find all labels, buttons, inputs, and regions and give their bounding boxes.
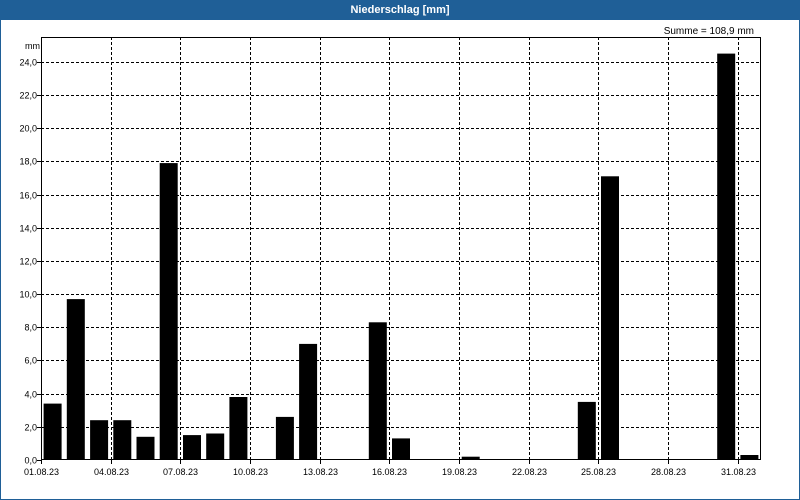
- bar-08.08.23: [206, 433, 225, 460]
- x-tick-label: 31.08.23: [721, 467, 756, 477]
- bar-25.08.23: [601, 176, 619, 461]
- x-tick-label: 25.08.23: [581, 467, 616, 477]
- y-tick-label: 18,0: [19, 157, 37, 167]
- y-tick-label: 20,0: [19, 124, 37, 134]
- bar-05.08.23: [136, 436, 155, 460]
- grid-layer: [41, 37, 761, 460]
- bar-24.08.23: [577, 401, 596, 460]
- bar-16.08.23: [392, 438, 410, 460]
- bar-07.08.23: [183, 435, 201, 460]
- x-tick-label: 16.08.23: [372, 467, 407, 477]
- x-tick-label: 22.08.23: [512, 467, 547, 477]
- y-tick-label: 22,0: [19, 91, 37, 101]
- bar-layer: [43, 53, 759, 461]
- x-tick-label: 28.08.23: [651, 467, 686, 477]
- y-tick-label: 0,0: [24, 456, 37, 466]
- x-tick-label: 07.08.23: [163, 467, 198, 477]
- y-tick-label: 4,0: [24, 390, 37, 400]
- bar-30.08.23: [717, 53, 736, 460]
- bar-04.08.23: [113, 420, 132, 460]
- label-layer: 0,0 2,0 4,0 6,0 8,0 10,0 12,0 14,0 16,0 18,0 20,0 2…: [19, 58, 756, 478]
- y-tick-label: 12,0: [19, 257, 37, 267]
- precipitation-chart: 0,0 2,0 4,0 6,0 8,0 10,0 12,0 14,0 16,0 18,0 20,0 2…: [19, 37, 761, 478]
- x-tick-label: 01.08.23: [24, 467, 59, 477]
- y-tick-label: 8,0: [24, 323, 37, 333]
- bar-02.08.23: [66, 299, 85, 460]
- y-tick-label: 14,0: [19, 224, 37, 234]
- x-tick-label: 10.08.23: [233, 467, 268, 477]
- y-tick-label: 10,0: [19, 290, 37, 300]
- y-tick-label: 16,0: [19, 191, 37, 201]
- bar-15.08.23: [368, 322, 387, 460]
- bar-12.08.23: [299, 343, 318, 460]
- y-tick-label: 2,0: [24, 423, 37, 433]
- y-tick-label: 6,0: [24, 356, 37, 366]
- axis-layer: [37, 37, 761, 464]
- x-tick-label: 19.08.23: [442, 467, 477, 477]
- bar-11.08.23: [275, 416, 294, 460]
- x-tick-label: 04.08.23: [94, 467, 129, 477]
- bar-03.08.23: [90, 420, 109, 460]
- y-tick-label: 24,0: [19, 58, 37, 68]
- plot-border: [41, 37, 761, 460]
- bar-09.08.23: [229, 397, 248, 460]
- bar-06.08.23: [159, 163, 178, 460]
- x-tick-label: 13.08.23: [303, 467, 338, 477]
- bar-01.08.23: [43, 403, 62, 460]
